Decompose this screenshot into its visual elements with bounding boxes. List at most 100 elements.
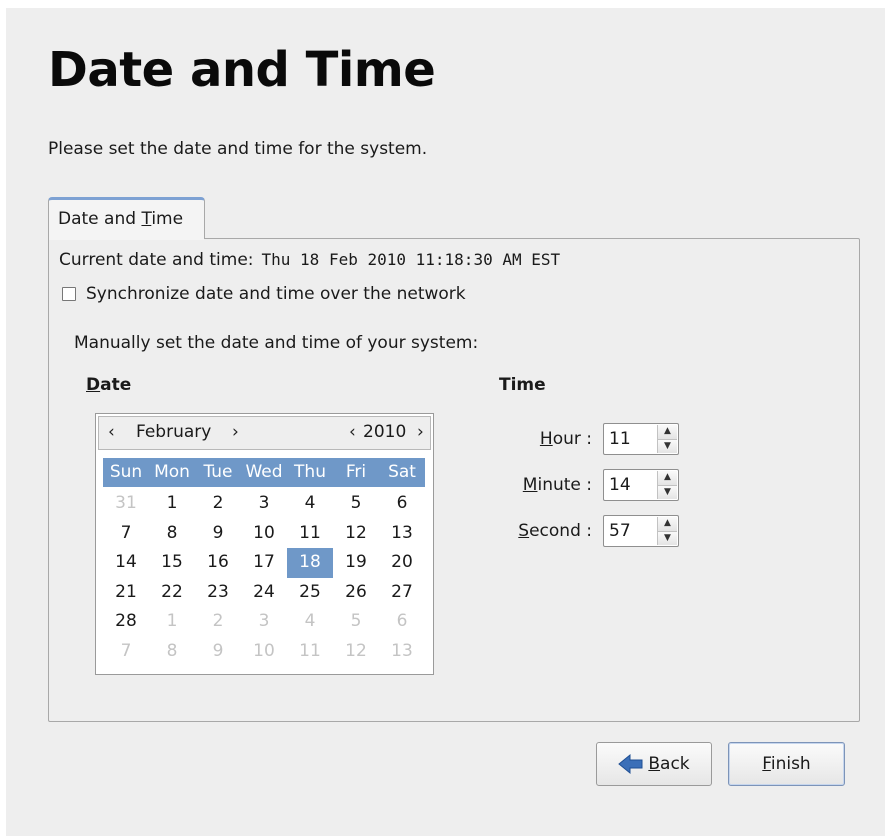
manual-set-label: Manually set the date and time of your s… — [74, 333, 479, 353]
weekday-label: Thu — [294, 462, 326, 482]
hour-decrement-icon[interactable]: ▼ — [658, 439, 677, 453]
calendar-day-other-month[interactable]: 3 — [241, 607, 287, 637]
second-row: Second : ▲ ▼ — [502, 515, 679, 547]
minute-row: Minute : ▲ ▼ — [502, 469, 679, 501]
current-datetime-row: Current date and time: Thu 18 Feb 2010 11… — [59, 250, 560, 270]
calendar-week: 31 1 2 3 4 5 6 — [103, 489, 425, 519]
back-button[interactable]: Back — [596, 742, 712, 786]
current-datetime-label: Current date and time: — [59, 250, 254, 270]
calendar-day[interactable]: 22 — [149, 578, 195, 608]
hour-increment-icon[interactable]: ▲ — [658, 425, 677, 440]
calendar-day[interactable]: 7 — [103, 519, 149, 549]
second-input[interactable] — [609, 516, 655, 546]
prev-month-arrow-icon[interactable]: ‹ — [108, 422, 115, 442]
weekday-label: Wed — [245, 462, 283, 482]
back-arrow-icon — [618, 753, 643, 775]
finish-button[interactable]: Finish — [728, 742, 845, 786]
time-heading: Time — [499, 375, 546, 395]
hour-spin-buttons: ▲ ▼ — [657, 425, 677, 453]
calendar-day[interactable]: 1 — [149, 489, 195, 519]
calendar-day-other-month[interactable]: 5 — [333, 607, 379, 637]
second-label: Second : — [518, 521, 592, 541]
calendar-day-other-month[interactable]: 1 — [149, 607, 195, 637]
minute-spinbox[interactable]: ▲ ▼ — [603, 469, 679, 501]
calendar-day[interactable]: 23 — [195, 578, 241, 608]
weekday-header: Sun Mon Tue Wed Thu Fri Sat — [103, 458, 425, 487]
date-heading: Date — [86, 375, 132, 395]
calendar-day[interactable]: 25 — [287, 578, 333, 608]
month-label: February — [136, 422, 212, 442]
calendar-week: 21 22 23 24 25 26 27 — [103, 578, 425, 608]
calendar-day[interactable]: 5 — [333, 489, 379, 519]
sync-network-label[interactable]: Synchronize date and time over the netwo… — [86, 284, 466, 304]
hour-spinbox[interactable]: ▲ ▼ — [603, 423, 679, 455]
hour-row: Hour : ▲ ▼ — [502, 423, 679, 455]
second-spinbox[interactable]: ▲ ▼ — [603, 515, 679, 547]
back-button-label: Back — [648, 754, 690, 774]
calendar-week: 7 8 9 10 11 12 13 — [103, 519, 425, 549]
calendar-day[interactable]: 26 — [333, 578, 379, 608]
calendar-day-other-month[interactable]: 4 — [287, 607, 333, 637]
minute-increment-icon[interactable]: ▲ — [658, 471, 677, 486]
minute-decrement-icon[interactable]: ▼ — [658, 485, 677, 499]
tab-join — [49, 237, 204, 240]
sync-network-row[interactable]: Synchronize date and time over the netwo… — [62, 283, 466, 305]
calendar-day-other-month[interactable]: 10 — [241, 637, 287, 667]
calendar-day-other-month[interactable]: 12 — [333, 637, 379, 667]
calendar-day[interactable]: 16 — [195, 548, 241, 578]
calendar-day[interactable]: 28 — [103, 607, 149, 637]
weekday-label: Sun — [109, 462, 143, 482]
calendar-day[interactable]: 17 — [241, 548, 287, 578]
calendar-day[interactable]: 6 — [379, 489, 425, 519]
calendar-day[interactable]: 2 — [195, 489, 241, 519]
weekday-label: Sat — [388, 462, 416, 482]
calendar-day[interactable]: 8 — [149, 519, 195, 549]
calendar-day[interactable]: 4 — [287, 489, 333, 519]
current-datetime-value: Thu 18 Feb 2010 11:18:30 AM EST — [261, 250, 561, 269]
calendar-day-other-month[interactable]: 31 — [103, 489, 149, 519]
calendar-day[interactable]: 15 — [149, 548, 195, 578]
sync-network-checkbox[interactable] — [62, 287, 76, 301]
calendar-day[interactable]: 21 — [103, 578, 149, 608]
minute-spin-buttons: ▲ ▼ — [657, 471, 677, 499]
next-year-arrow-icon[interactable]: › — [417, 422, 424, 442]
calendar-day[interactable]: 13 — [379, 519, 425, 549]
next-month-arrow-icon[interactable]: › — [232, 422, 239, 442]
tab-date-and-time[interactable]: Date and Time — [48, 197, 205, 239]
calendar-day-other-month[interactable]: 2 — [195, 607, 241, 637]
calendar-day[interactable]: 9 — [195, 519, 241, 549]
calendar-day[interactable]: 3 — [241, 489, 287, 519]
calendar-day-other-month[interactable]: 11 — [287, 637, 333, 667]
calendar-day[interactable]: 24 — [241, 578, 287, 608]
calendar-day-other-month[interactable]: 7 — [103, 637, 149, 667]
calendar-day[interactable]: 19 — [333, 548, 379, 578]
minute-input[interactable] — [609, 470, 655, 500]
weekday-label: Mon — [154, 462, 190, 482]
calendar-day-selected[interactable]: 18 — [287, 548, 333, 578]
calendar-week: 14 15 16 17 18 19 20 — [103, 548, 425, 578]
page-subtitle: Please set the date and time for the sys… — [48, 139, 428, 159]
calendar-day[interactable]: 10 — [241, 519, 287, 549]
second-decrement-icon[interactable]: ▼ — [658, 531, 677, 545]
calendar-day-other-month[interactable]: 9 — [195, 637, 241, 667]
second-increment-icon[interactable]: ▲ — [658, 517, 677, 532]
tab-label: Date and Time — [58, 209, 184, 229]
prev-year-arrow-icon[interactable]: ‹ — [349, 422, 356, 442]
hour-label: Hour : — [539, 429, 592, 449]
second-spin-buttons: ▲ ▼ — [657, 517, 677, 545]
calendar-week: 7 8 9 10 11 12 13 — [103, 637, 425, 667]
calendar-day[interactable]: 27 — [379, 578, 425, 608]
calendar-day[interactable]: 11 — [287, 519, 333, 549]
calendar-day-other-month[interactable]: 6 — [379, 607, 425, 637]
calendar-day-other-month[interactable]: 8 — [149, 637, 195, 667]
calendar-header: ‹ February › ‹ 2010 › — [98, 416, 431, 450]
calendar: ‹ February › ‹ 2010 › Sun Mon Tue Wed Th… — [95, 413, 434, 675]
calendar-day-other-month[interactable]: 13 — [379, 637, 425, 667]
calendar-day[interactable]: 20 — [379, 548, 425, 578]
calendar-day[interactable]: 14 — [103, 548, 149, 578]
weekday-label: Tue — [203, 462, 233, 482]
year-label: 2010 — [363, 422, 407, 442]
calendar-day[interactable]: 12 — [333, 519, 379, 549]
minute-label: Minute : — [522, 475, 592, 495]
hour-input[interactable] — [609, 424, 655, 454]
